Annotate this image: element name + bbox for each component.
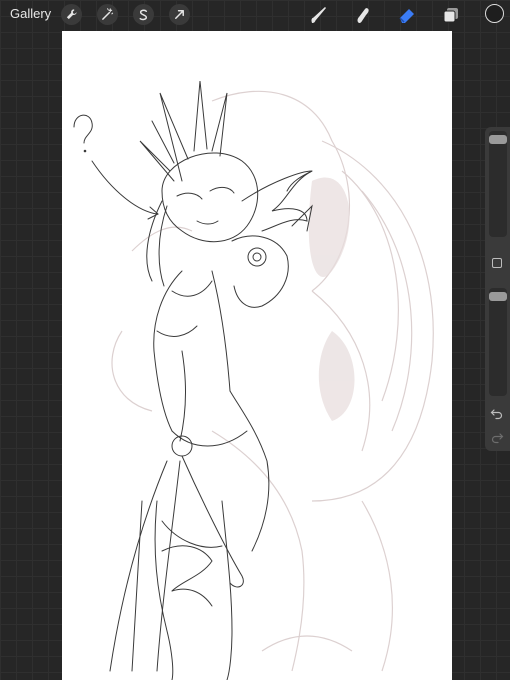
gallery-button[interactable]: Gallery bbox=[10, 6, 51, 21]
layers-icon[interactable] bbox=[439, 3, 463, 27]
redo-icon[interactable] bbox=[490, 430, 504, 444]
brush-icon[interactable] bbox=[307, 3, 331, 27]
brush-size-thumb[interactable] bbox=[489, 135, 507, 144]
brush-sidebar bbox=[485, 127, 510, 451]
transform-arrow-icon[interactable] bbox=[169, 4, 190, 25]
eraser-icon[interactable] bbox=[395, 3, 419, 27]
opacity-slider[interactable] bbox=[489, 288, 507, 396]
wrench-icon[interactable] bbox=[61, 4, 82, 25]
brush-size-slider[interactable] bbox=[489, 131, 507, 237]
opacity-thumb[interactable] bbox=[489, 292, 507, 301]
magic-wand-icon[interactable] bbox=[97, 4, 118, 25]
modify-button[interactable] bbox=[492, 258, 502, 268]
undo-icon[interactable] bbox=[490, 406, 504, 420]
color-swatch[interactable] bbox=[485, 4, 504, 23]
sketch-artwork bbox=[73, 80, 434, 680]
smudge-icon[interactable] bbox=[351, 3, 375, 27]
top-toolbar: Gallery bbox=[0, 0, 510, 30]
selection-icon[interactable] bbox=[133, 4, 154, 25]
drawing-canvas[interactable] bbox=[62, 31, 452, 680]
